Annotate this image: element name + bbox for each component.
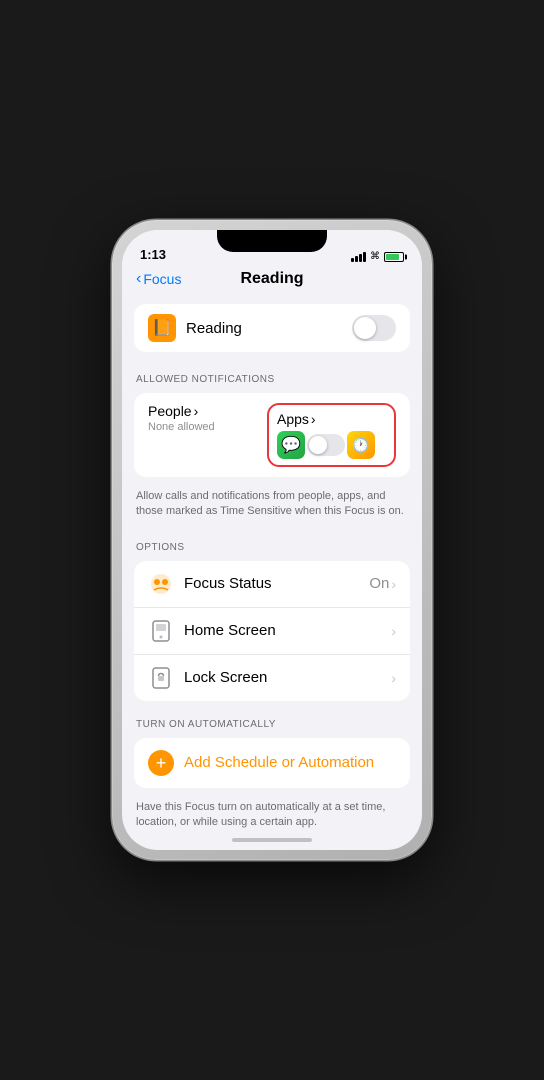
page-title: Reading (240, 270, 303, 288)
people-label[interactable]: People › (148, 403, 257, 419)
phone-frame: 1:13 ⌘ ‹ Focus (112, 220, 432, 860)
back-button[interactable]: ‹ Focus (136, 271, 181, 287)
reading-icon: 📙 (148, 314, 176, 342)
options-header: OPTIONS (122, 528, 422, 557)
home-screen-label: Home Screen (184, 622, 381, 639)
signal-icon (351, 252, 366, 262)
people-chevron: › (194, 403, 199, 419)
notif-apps[interactable]: Apps › 💬 🕐 (267, 403, 396, 467)
reading-label: Reading (186, 320, 342, 337)
add-schedule-card[interactable]: + Add Schedule or Automation (134, 738, 410, 788)
lock-screen-icon (148, 665, 174, 691)
add-schedule-row[interactable]: + Add Schedule or Automation (134, 738, 410, 788)
reading-toggle-card: 📙 Reading (134, 304, 410, 352)
add-icon: + (148, 750, 174, 776)
battery-fill (386, 254, 399, 260)
reading-emoji: 📙 (152, 318, 172, 338)
apps-chevron: › (311, 411, 316, 427)
options-card: Focus Status On › Home (134, 561, 410, 701)
notif-row: People › None allowed Apps › (148, 403, 396, 467)
clock-app-icon: 🕐 (347, 431, 375, 459)
battery-icon (384, 252, 404, 262)
back-chevron-icon: ‹ (136, 271, 141, 287)
focus-status-row[interactable]: Focus Status On › (134, 561, 410, 608)
notif-people[interactable]: People › None allowed (148, 403, 257, 433)
focus-status-label: Focus Status (184, 575, 359, 592)
notif-description: Allow calls and notifications from peopl… (122, 481, 422, 528)
reading-toggle-row: 📙 Reading (134, 304, 410, 352)
lock-screen-chevron: › (391, 670, 396, 686)
allowed-notifications-header: ALLOWED NOTIFICATIONS (122, 360, 422, 389)
turn-on-auto-header: TURN ON AUTOMATICALLY (122, 705, 422, 734)
apps-icons-row: 💬 🕐 (277, 431, 386, 459)
home-bar (122, 830, 422, 850)
back-label: Focus (143, 271, 181, 287)
app-toggle-knob (309, 436, 327, 454)
focus-status-icon (148, 571, 174, 597)
app-toggle[interactable] (307, 434, 345, 456)
wifi-icon: ⌘ (370, 251, 380, 262)
toggle-knob (354, 317, 376, 339)
messages-app-icon: 💬 (277, 431, 305, 459)
home-screen-row[interactable]: Home Screen › (134, 608, 410, 655)
focus-status-chevron: › (391, 576, 396, 592)
notch (217, 230, 327, 252)
reading-toggle-switch[interactable] (352, 315, 396, 341)
status-time: 1:13 (140, 247, 166, 262)
notifications-card: People › None allowed Apps › (134, 393, 410, 477)
home-screen-icon (148, 618, 174, 644)
auto-description: Have this Focus turn on automatically at… (122, 792, 422, 830)
add-schedule-label: Add Schedule or Automation (184, 754, 374, 771)
home-indicator (232, 838, 312, 842)
lock-screen-label: Lock Screen (184, 669, 381, 686)
scroll-content[interactable]: ‹ Focus Reading 📙 Reading ALLOWE (122, 266, 422, 830)
focus-status-value: On › (369, 575, 396, 592)
people-sub: None allowed (148, 421, 257, 433)
home-screen-chevron: › (391, 623, 396, 639)
status-icons: ⌘ (351, 251, 404, 262)
lock-screen-row[interactable]: Lock Screen › (134, 655, 410, 701)
nav-header: ‹ Focus Reading (122, 266, 422, 296)
apps-label[interactable]: Apps › (277, 411, 386, 427)
phone-screen: 1:13 ⌘ ‹ Focus (122, 230, 422, 850)
